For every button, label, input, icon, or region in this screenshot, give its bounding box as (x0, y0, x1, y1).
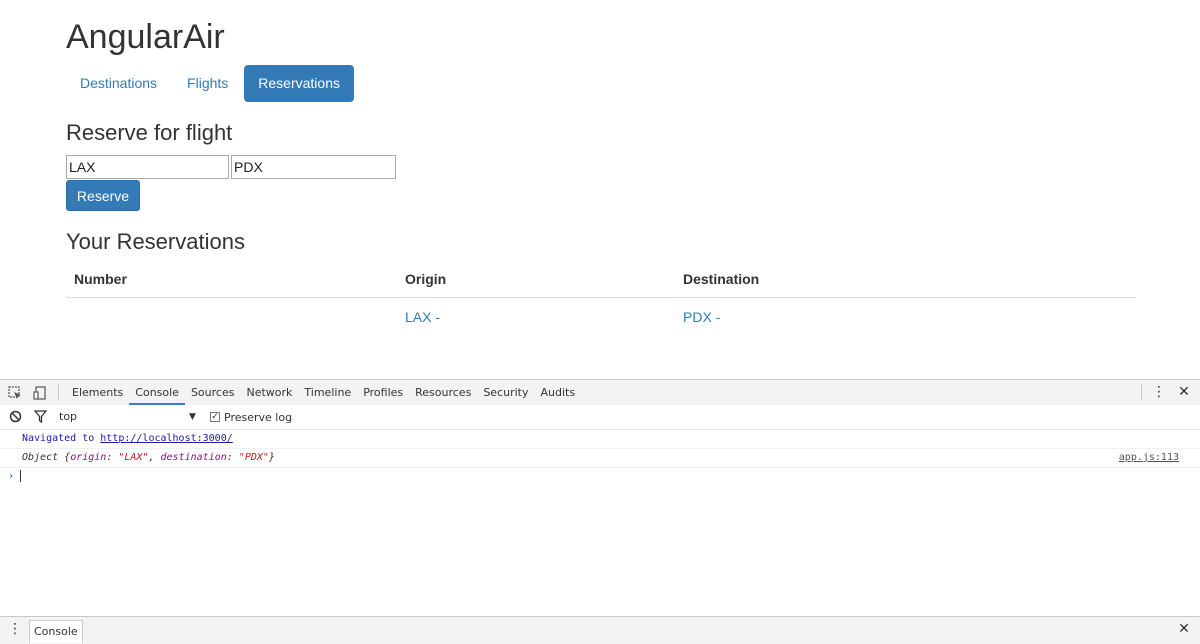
devtools-drawer: ⋮ Console ✕ (0, 616, 1200, 644)
object-key-destination: destination (160, 452, 227, 463)
inspect-icon[interactable] (8, 385, 22, 399)
reserve-button[interactable]: Reserve (66, 180, 140, 211)
text-caret (20, 470, 22, 482)
context-dropdown-arrow-icon[interactable]: ▼ (189, 405, 196, 429)
header-number: Number (74, 271, 127, 287)
tab-elements[interactable]: Elements (66, 380, 129, 405)
object-key-origin: origin (70, 452, 107, 463)
tab-resources[interactable]: Resources (409, 380, 477, 405)
nav-pills: Destinations Flights Reservations (66, 65, 356, 102)
drawer-menu-icon[interactable]: ⋮ (7, 617, 23, 642)
reserve-heading: Reserve for flight (66, 120, 233, 145)
preserve-log-checkbox[interactable]: ✓ Preserve log (210, 410, 293, 424)
console-output: Navigated to http://localhost:3000/ Obje… (0, 430, 1200, 618)
app-area: AngularAir Destinations Flights Reservat… (0, 0, 1200, 379)
object-value-destination: "PDX" (238, 452, 269, 463)
table-row: LAX - PDX - (66, 298, 1135, 336)
console-filter-bar: top ▼ ✓ Preserve log (0, 405, 1200, 430)
console-prompt[interactable]: › (0, 468, 1200, 486)
toolbar-divider (58, 384, 59, 400)
cell-origin-link[interactable]: LAX - (405, 298, 440, 336)
table-header: Number Origin Destination (66, 262, 1135, 298)
header-origin: Origin (405, 271, 447, 287)
tab-sources[interactable]: Sources (185, 380, 241, 405)
context-selector[interactable]: top (59, 405, 77, 429)
cell-destination-link[interactable]: PDX - (683, 298, 720, 336)
close-icon[interactable]: ✕ (1176, 380, 1192, 405)
object-close-brace: } (268, 452, 275, 463)
tab-security[interactable]: Security (477, 380, 534, 405)
source-link[interactable]: app.js:113 (1119, 449, 1179, 467)
toolbar-divider-right (1141, 384, 1142, 400)
origin-input[interactable] (66, 155, 229, 179)
tab-destinations[interactable]: Destinations (66, 65, 171, 102)
tab-timeline[interactable]: Timeline (298, 380, 357, 405)
tab-flights[interactable]: Flights (173, 65, 242, 102)
tab-profiles[interactable]: Profiles (357, 380, 409, 405)
drawer-tab-console[interactable]: Console (29, 620, 83, 643)
reservations-heading: Your Reservations (66, 229, 245, 254)
header-destination: Destination (683, 271, 760, 287)
tab-audits[interactable]: Audits (534, 380, 581, 405)
checkbox-checked-icon[interactable]: ✓ (210, 412, 220, 422)
device-mode-icon[interactable] (33, 385, 47, 400)
nav-message-prefix: Navigated to (22, 433, 101, 444)
kebab-menu-icon[interactable]: ⋮ (1151, 380, 1167, 405)
preserve-log-label: Preserve log (224, 410, 293, 424)
console-message: Navigated to http://localhost:3000/ (0, 430, 1200, 449)
clear-console-icon[interactable] (9, 410, 23, 424)
filter-icon[interactable] (33, 410, 48, 424)
drawer-close-icon[interactable]: ✕ (1176, 617, 1192, 642)
object-prefix: Object (22, 452, 65, 463)
app-title: AngularAir (66, 18, 225, 56)
reservations-table: Number Origin Destination LAX - PDX - (66, 262, 1135, 336)
devtools-panel: Elements Console Sources Network Timelin… (0, 379, 1200, 644)
object-separator: , (148, 452, 161, 463)
destination-input[interactable] (231, 155, 396, 179)
devtools-toolbar: Elements Console Sources Network Timelin… (0, 380, 1200, 406)
object-value-origin: "LAX" (118, 452, 149, 463)
tab-console[interactable]: Console (129, 380, 185, 405)
nav-message-url[interactable]: http://localhost:3000/ (100, 433, 232, 444)
console-message: Object {origin: "LAX", destination: "PDX… (0, 449, 1200, 468)
tab-reservations[interactable]: Reservations (244, 65, 354, 102)
devtools-tabs: Elements Console Sources Network Timelin… (66, 380, 581, 405)
tab-network[interactable]: Network (240, 380, 298, 405)
